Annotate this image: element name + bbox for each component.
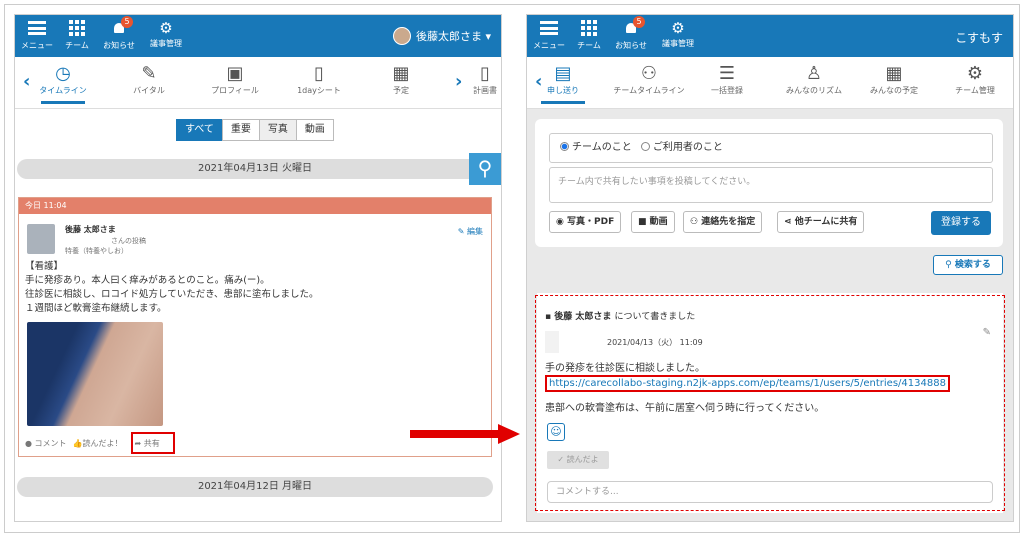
top-nav-bar: メニュー チーム 5 お知らせ ⚙ 議事管理 後藤太郎さま ▾: [15, 15, 501, 57]
thumbs-up-icon: 👍: [72, 439, 83, 448]
share-icon: ⋖: [784, 217, 792, 227]
date-divider: 2021年04月13日 火曜日: [17, 159, 493, 179]
post-time: 今日 11:04: [19, 198, 491, 214]
share-highlight: [131, 432, 175, 454]
gears-icon: ⚙: [966, 63, 984, 84]
tab-plan[interactable]: ▯ 計画書: [455, 63, 501, 96]
tab-vital[interactable]: ✎ バイタル: [119, 63, 179, 96]
notice-button[interactable]: 5 お知らせ: [611, 16, 651, 51]
gears-icon: ⚙: [159, 19, 173, 37]
tab-1day-sheet[interactable]: ▯ 1dayシート: [289, 63, 349, 96]
timeline-post: 今日 11:04 後藤 太郎さま さんの投稿 特養（特養やしお） ✎ 編集 【看…: [18, 197, 492, 457]
search-icon: ⚲: [945, 260, 952, 270]
calendar-icon: ▦: [392, 63, 410, 84]
tab-bar: ‹ ◷ タイムライン ✎ バイタル ▣ プロフィール ▯ 1dayシート ▦ 予定 › ▯…: [15, 57, 501, 109]
hamburger-icon: [540, 21, 558, 35]
post-author[interactable]: 後藤 太郎さま: [65, 224, 116, 235]
radio-user[interactable]: ご利用者のこと: [640, 142, 723, 153]
bell-icon: 5: [623, 16, 645, 36]
tab-everyone-rhythm[interactable]: ♙ みんなのリズム: [779, 63, 849, 96]
clipboard-icon: ▤: [554, 63, 572, 84]
gears-icon: ⚙: [671, 19, 685, 37]
video-button[interactable]: ■ 動画: [631, 211, 675, 233]
notice-badge: 5: [633, 16, 645, 28]
settings-button[interactable]: ⚙ 議事管理: [143, 19, 189, 49]
grid-icon: [69, 20, 85, 36]
menu-button[interactable]: メニュー: [17, 19, 57, 51]
tab-bar: ‹ ▤ 申し送り ⚇ チームタイムライン ☰ 一括登録 ♙ みんなのリズム ▦ みんなの予…: [527, 57, 1013, 109]
clock-icon: ◷: [55, 63, 71, 84]
register-button[interactable]: 登録する: [931, 211, 991, 235]
search-icon: ⚲: [477, 156, 493, 180]
photo-pdf-button[interactable]: ◉ 写真・PDF: [549, 211, 622, 233]
filter-photo[interactable]: 写真: [258, 119, 297, 141]
hamburger-icon: [28, 21, 46, 35]
facility-label: 特養（特養やしお）: [65, 247, 128, 255]
tab-bulk-register[interactable]: ☰ 一括登録: [697, 63, 757, 96]
thermometer-icon: ✎: [141, 63, 157, 84]
top-nav-bar: メニュー チーム 5 お知らせ ⚙ 議事管理 こすもす: [527, 15, 1013, 57]
tab-handover[interactable]: ▤ 申し送り: [533, 63, 593, 104]
share-team-button[interactable]: ⋖ 他チームに共有: [777, 211, 865, 233]
tab-team-manage[interactable]: ⚙ チーム管理: [945, 63, 1005, 96]
bell-icon: 5: [111, 16, 133, 36]
speech-bubble-icon: ●: [25, 439, 32, 448]
filter-group: すべて 重要 写真 動画: [176, 119, 334, 141]
entry-highlight: [535, 295, 1005, 511]
settings-button[interactable]: ⚙ 議事管理: [655, 19, 701, 49]
date-divider: 2021年04月12日 月曜日: [17, 477, 493, 497]
edit-link[interactable]: ✎ 編集: [458, 226, 483, 237]
person-clock-icon: ♙: [805, 63, 823, 84]
posted-by: さんの投稿: [111, 237, 146, 245]
radio-team[interactable]: チームのこと: [560, 142, 632, 153]
clipboard-icon: ▯: [314, 63, 324, 84]
post-form: チームのこと ご利用者のこと チーム内で共有したい事項を投稿してください。 ◉ …: [535, 119, 1003, 247]
comment-button[interactable]: ● コメント: [25, 438, 67, 449]
contact-button[interactable]: ⚇ 連絡先を指定: [683, 211, 763, 233]
notice-button[interactable]: 5 お知らせ: [99, 16, 139, 51]
users-icon: ⚇: [690, 217, 699, 227]
team-button[interactable]: チーム: [569, 19, 609, 51]
grid-icon: [581, 20, 597, 36]
tab-timeline[interactable]: ◷ タイムライン: [33, 63, 93, 104]
tab-schedule[interactable]: ▦ 予定: [371, 63, 431, 96]
menu-button[interactable]: メニュー: [529, 19, 569, 51]
filter-important[interactable]: 重要: [221, 119, 260, 141]
filter-all[interactable]: すべて: [176, 119, 223, 141]
post-textarea[interactable]: チーム内で共有したい事項を投稿してください。: [549, 167, 993, 203]
search-button[interactable]: ⚲ 検索する: [933, 255, 1003, 275]
user-menu[interactable]: 後藤太郎さま ▾: [392, 27, 491, 45]
camera-icon: ◉: [556, 217, 564, 227]
avatar: [392, 27, 411, 45]
read-button[interactable]: 👍読んだよ！: [73, 438, 123, 449]
video-icon: ■: [638, 217, 647, 227]
search-button[interactable]: ⚲: [469, 153, 501, 185]
checklist-icon: ☰: [718, 63, 736, 84]
group-icon: ⚇: [640, 63, 658, 84]
team-title: こすもす: [955, 31, 1003, 45]
target-radio-group: チームのこと ご利用者のこと: [549, 133, 993, 163]
left-screen: メニュー チーム 5 お知らせ ⚙ 議事管理 後藤太郎さま ▾ ‹ ◷ タイムライン …: [14, 14, 502, 522]
calendar-icon: ▦: [885, 63, 903, 84]
clipboard-icon: ▯: [480, 63, 490, 84]
tab-team-timeline[interactable]: ⚇ チームタイムライン: [611, 63, 687, 96]
profile-card-icon: ▣: [226, 63, 244, 84]
tab-everyone-schedule[interactable]: ▦ みんなの予定: [861, 63, 927, 96]
arrow-right-icon: [410, 424, 520, 444]
team-button[interactable]: チーム: [57, 19, 97, 51]
filter-video[interactable]: 動画: [295, 119, 334, 141]
right-screen: メニュー チーム 5 お知らせ ⚙ 議事管理 こすもす ‹ ▤ 申し送り ⚇ チームタイ…: [526, 14, 1014, 522]
avatar: [27, 224, 55, 254]
edit-icon: ✎: [457, 227, 465, 236]
notice-badge: 5: [121, 16, 133, 28]
post-body: 【看護】 手に発疹あり。本人曰く痒みがあるとのこと。痛み(ー)。 往診医に相談し…: [25, 261, 319, 314]
post-photo[interactable]: [27, 322, 163, 426]
chevron-left-icon[interactable]: ‹: [23, 71, 30, 92]
tab-profile[interactable]: ▣ プロフィール: [205, 63, 265, 96]
